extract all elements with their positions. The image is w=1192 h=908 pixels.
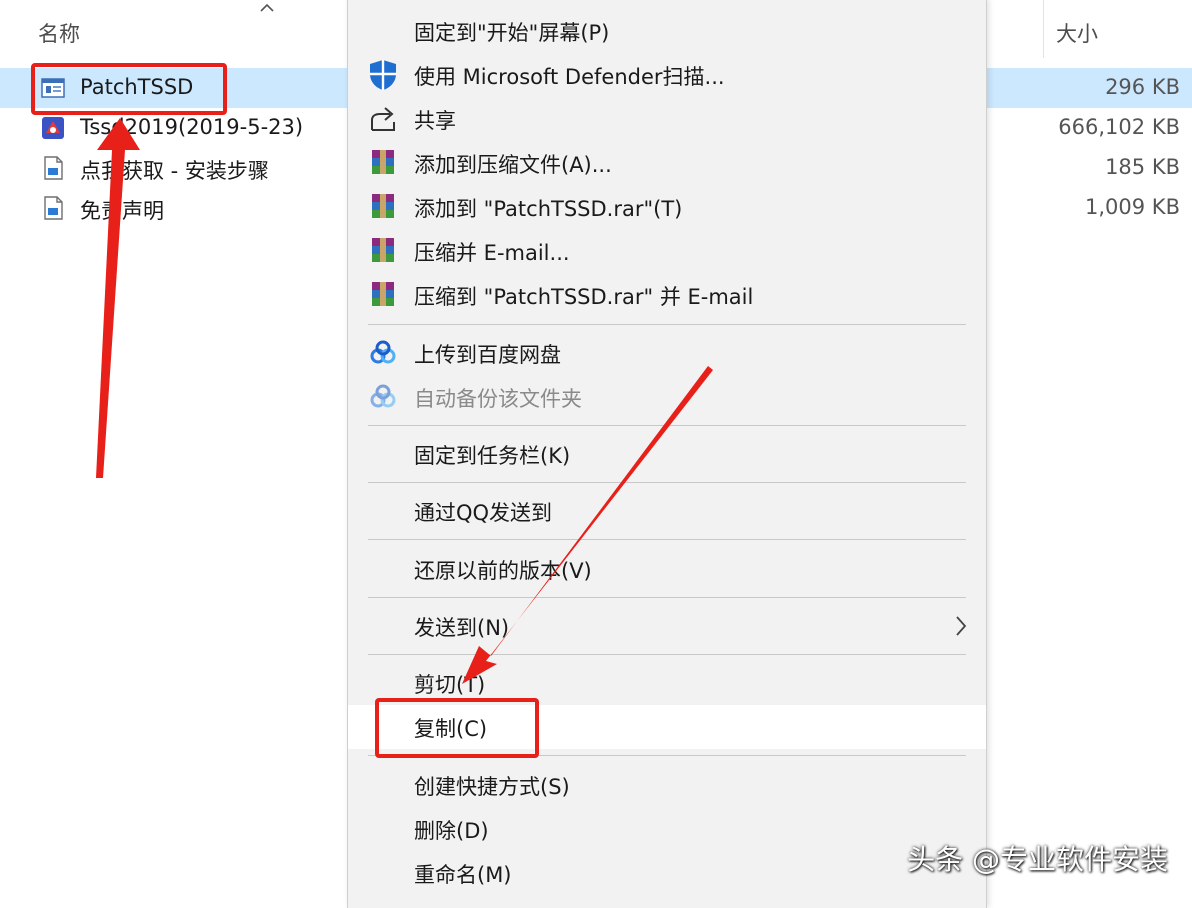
- menu-item-label: 压缩到 "PatchTSSD.rar" 并 E-mail: [414, 285, 754, 309]
- chevron-right-icon: [956, 616, 967, 636]
- menu-item-label: 创建快捷方式(S): [414, 775, 570, 799]
- menu-item-add-to-archive[interactable]: 添加到压缩文件(A)...: [348, 141, 986, 185]
- annotation-box-copy: [375, 698, 539, 758]
- menu-separator: [368, 425, 966, 426]
- menu-separator: [368, 482, 966, 483]
- menu-item-label: 添加到压缩文件(A)...: [414, 153, 612, 177]
- menu-item-compress-rar-email[interactable]: 压缩到 "PatchTSSD.rar" 并 E-mail: [348, 273, 986, 317]
- menu-item-defender-scan[interactable]: 使用 Microsoft Defender扫描...: [348, 53, 986, 97]
- winrar-icon: [372, 282, 394, 306]
- document-icon: [44, 196, 63, 220]
- menu-item-label: 添加到 "PatchTSSD.rar"(T): [414, 197, 683, 221]
- context-menu: 固定到"开始"屏幕(P) 使用 Microsoft Defender扫描... …: [347, 0, 987, 908]
- file-name: 免责声明: [80, 199, 164, 223]
- defender-shield-icon: [370, 60, 396, 90]
- menu-item-restore-versions[interactable]: 还原以前的版本(V): [348, 547, 986, 591]
- menu-item-auto-backup[interactable]: 自动备份该文件夹: [348, 375, 986, 419]
- menu-item-create-shortcut[interactable]: 创建快捷方式(S): [348, 763, 986, 807]
- menu-item-compress-email[interactable]: 压缩并 E-mail...: [348, 229, 986, 273]
- menu-item-label: 压缩并 E-mail...: [414, 241, 570, 265]
- file-name: Tssd2019(2019-5-23): [80, 115, 304, 139]
- annotation-box-patchtssd: [31, 63, 227, 115]
- menu-separator: [368, 539, 966, 540]
- menu-item-label: 固定到任务栏(K): [414, 444, 571, 468]
- menu-item-add-to-rar[interactable]: 添加到 "PatchTSSD.rar"(T): [348, 185, 986, 229]
- column-header-name[interactable]: 名称: [38, 18, 80, 48]
- column-header-size[interactable]: 大小: [1056, 18, 1098, 48]
- menu-item-label: 自动备份该文件夹: [414, 387, 582, 411]
- menu-item-label: 通过QQ发送到: [414, 501, 553, 525]
- menu-item-send-via-qq[interactable]: 通过QQ发送到: [348, 489, 986, 533]
- menu-item-rename[interactable]: 重命名(M): [348, 851, 986, 895]
- menu-item-label: 剪切(T): [414, 673, 486, 697]
- baidu-netdisk-icon: [370, 384, 396, 408]
- installer-icon: [42, 117, 64, 139]
- menu-separator: [368, 324, 966, 325]
- menu-item-delete[interactable]: 删除(D): [348, 807, 986, 851]
- file-name: 点我获取 - 安装步骤: [80, 159, 269, 183]
- file-size: 296 KB: [1105, 75, 1180, 99]
- sort-ascending-icon[interactable]: [258, 0, 276, 16]
- menu-item-send-to[interactable]: 发送到(N): [348, 604, 986, 648]
- menu-item-pin-to-taskbar[interactable]: 固定到任务栏(K): [348, 432, 986, 476]
- file-size: 666,102 KB: [1058, 115, 1180, 139]
- menu-item-label: 还原以前的版本(V): [414, 559, 592, 583]
- winrar-icon: [372, 238, 394, 262]
- share-icon: [371, 107, 395, 131]
- menu-item-share[interactable]: 共享: [348, 97, 986, 141]
- menu-separator: [368, 654, 966, 655]
- baidu-netdisk-icon: [370, 340, 396, 364]
- menu-item-label: 重命名(M): [414, 863, 512, 887]
- file-size: 1,009 KB: [1085, 195, 1180, 219]
- watermark: 头条 @专业软件安装: [907, 843, 1168, 876]
- file-size: 185 KB: [1105, 155, 1180, 179]
- menu-item-label: 固定到"开始"屏幕(P): [414, 21, 610, 45]
- menu-item-label: 上传到百度网盘: [414, 343, 561, 367]
- menu-separator: [368, 597, 966, 598]
- menu-item-pin-to-start[interactable]: 固定到"开始"屏幕(P): [348, 9, 986, 53]
- document-icon: [44, 156, 63, 180]
- column-divider[interactable]: [1043, 0, 1044, 58]
- winrar-icon: [372, 194, 394, 218]
- menu-item-label: 删除(D): [414, 819, 489, 843]
- menu-item-label: 发送到(N): [414, 616, 510, 640]
- winrar-icon: [372, 150, 394, 174]
- menu-item-label: 共享: [414, 109, 456, 133]
- menu-item-upload-baidu[interactable]: 上传到百度网盘: [348, 331, 986, 375]
- menu-item-label: 使用 Microsoft Defender扫描...: [414, 65, 725, 89]
